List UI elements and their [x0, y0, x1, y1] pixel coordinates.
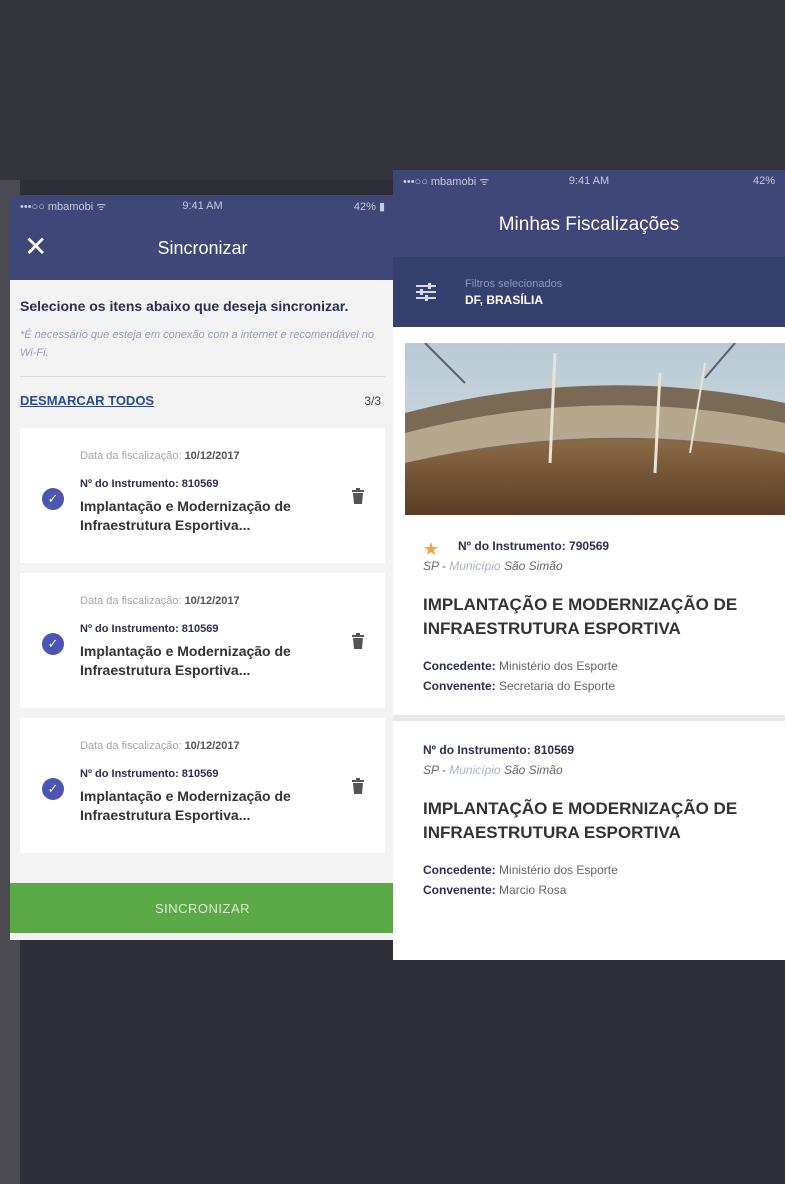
location: SP - Município São Simão	[423, 559, 773, 573]
close-icon[interactable]: ✕	[24, 233, 47, 261]
instrument-number: Nº do Instrumento: 810569	[423, 743, 575, 757]
inspection-card[interactable]: ★ Nº do Instrumento: 790569 SP - Municíp…	[393, 515, 785, 693]
convenente-key: Convenente:	[423, 883, 496, 897]
check-icon[interactable]: ✓	[42, 488, 64, 510]
municipality-label: Município	[449, 559, 501, 573]
carrier-label: •••○○ mbamobi ᯤ	[20, 200, 107, 213]
date-label: Data da fiscalização:	[80, 740, 182, 752]
filter-label: Filtros selecionados	[465, 277, 563, 290]
sync-item[interactable]: Data da fiscalização: 10/12/2017 ✓ Nº do…	[20, 428, 385, 563]
project-title: IMPLANTAÇÃO E MODERNIZAÇÃO DE INFRAESTRU…	[423, 799, 738, 842]
convenente-key: Convenente:	[423, 679, 496, 693]
status-time: 9:41 AM	[182, 200, 223, 212]
status-bar: •••○○ mbamobi ᯤ 9:41 AM 42% ▮	[10, 195, 395, 217]
sync-button[interactable]: SINCRONIZAR	[10, 883, 395, 933]
battery-label: 42%	[752, 175, 775, 187]
filter-summary: Filtros selecionados DF, BRASÍLIA	[465, 278, 562, 307]
trash-icon[interactable]	[351, 633, 365, 649]
date-label: Data da fiscalização:	[80, 450, 182, 462]
item-name: Implantação e Modernização de Infraestru…	[80, 643, 291, 678]
intro-headline: Selecione os itens abaixo que deseja sin…	[20, 298, 349, 314]
sync-item-list: Data da fiscalização: 10/12/2017 ✓ Nº do…	[10, 428, 395, 853]
sync-item[interactable]: Data da fiscalização: 10/12/2017 ✓ Nº do…	[20, 718, 385, 853]
filter-icon[interactable]	[413, 281, 439, 303]
instrument-number: Nº do Instrumento: 790569	[458, 539, 610, 553]
inspection-date: Data da fiscalização: 10/12/2017	[80, 595, 240, 607]
state: SP -	[423, 559, 450, 573]
instrument-number: Nº do Instrumento: 810569	[80, 768, 219, 780]
carrier-label: •••○○ mbamobi ᯤ	[403, 175, 490, 188]
nav-bar: ✕ Sincronizar	[10, 217, 395, 280]
convenente-value: Secretaria do Esporte	[499, 679, 616, 693]
municipality-value: São Simão	[503, 763, 563, 777]
concedente-row: Concedente: Ministério dos Esporte	[423, 659, 773, 673]
date-value: 10/12/2017	[184, 595, 240, 607]
inspections-screen: •••○○ mbamobi ᯤ 9:41 AM 42% Minhas Fisca…	[393, 170, 785, 960]
municipality-label: Município	[449, 763, 501, 777]
convenente-row: Convenente: Secretaria do Esporte	[423, 679, 773, 693]
instrument-number: Nº do Instrumento: 810569	[80, 623, 219, 635]
sync-item[interactable]: Data da fiscalização: 10/12/2017 ✓ Nº do…	[20, 573, 385, 708]
inspection-card[interactable]: Nº do Instrumento: 810569 SP - Município…	[393, 721, 785, 897]
date-label: Data da fiscalização:	[80, 595, 182, 607]
battery-label: 42% ▮	[353, 200, 386, 213]
location: SP - Município São Simão	[423, 763, 773, 777]
trash-icon[interactable]	[351, 488, 365, 504]
filter-value: DF, BRASÍLIA	[465, 292, 543, 307]
item-name: Implantação e Modernização de Infraestru…	[80, 788, 291, 823]
item-name: Implantação e Modernização de Infraestru…	[80, 498, 291, 533]
page-title: Sincronizar	[157, 238, 248, 258]
concedente-key: Concedente:	[423, 659, 496, 673]
check-icon[interactable]: ✓	[42, 633, 64, 655]
selection-toolbar: DESMARCAR TODOS 3/3	[10, 377, 395, 408]
inspection-date: Data da fiscalização: 10/12/2017	[80, 450, 240, 462]
check-icon[interactable]: ✓	[42, 778, 64, 800]
intro-note: *É necessário que esteja em conexão com …	[20, 329, 375, 359]
project-title: IMPLANTAÇÃO E MODERNIZAÇÃO DE INFRAESTRU…	[423, 595, 738, 638]
concedente-value: Ministério dos Esporte	[499, 659, 618, 673]
filter-bar[interactable]: Filtros selecionados DF, BRASÍLIA	[393, 257, 785, 327]
intro-section: Selecione os itens abaixo que deseja sin…	[10, 280, 395, 362]
deselect-all-link[interactable]: DESMARCAR TODOS	[20, 393, 154, 408]
instrument-number: Nº do Instrumento: 810569	[80, 478, 219, 490]
date-value: 10/12/2017	[184, 740, 240, 752]
state: SP -	[423, 763, 450, 777]
concedente-row: Concedente: Ministério dos Esporte	[423, 863, 773, 877]
star-icon[interactable]: ★	[423, 539, 439, 560]
trash-icon[interactable]	[351, 778, 365, 794]
date-value: 10/12/2017	[184, 450, 240, 462]
status-bar: •••○○ mbamobi ᯤ 9:41 AM 42%	[393, 170, 785, 192]
stadium-photo	[405, 343, 785, 515]
concedente-key: Concedente:	[423, 863, 496, 877]
selection-count: 3/3	[364, 393, 381, 408]
inspection-date: Data da fiscalização: 10/12/2017	[80, 740, 240, 752]
convenente-row: Convenente: Marcio Rosa	[423, 883, 773, 897]
page-title: Minhas Fiscalizações	[393, 192, 785, 257]
sync-screen: •••○○ mbamobi ᯤ 9:41 AM 42% ▮ ✕ Sincroni…	[10, 195, 395, 940]
concedente-value: Ministério dos Esporte	[499, 863, 618, 877]
status-time: 9:41 AM	[568, 175, 610, 187]
municipality-value: São Simão	[503, 559, 563, 573]
background-top	[0, 0, 785, 180]
convenente-value: Marcio Rosa	[499, 883, 567, 897]
